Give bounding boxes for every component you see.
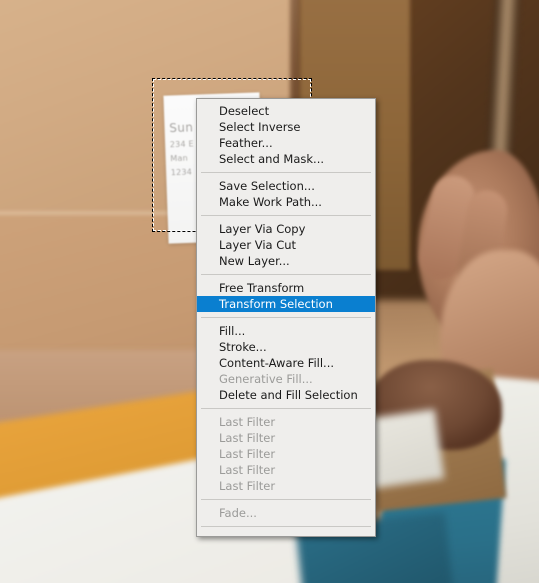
menu-item-last-filter: Last Filter <box>219 463 276 477</box>
menu-separator <box>201 274 371 275</box>
menu-item-free-transform[interactable]: Free Transform <box>197 280 375 296</box>
menu-item-stroke[interactable]: Stroke... <box>197 339 375 355</box>
menu-separator <box>201 172 371 173</box>
menu-item-last-filter: Last Filter <box>219 415 276 429</box>
menu-item-generative-fill: Generative Fill... <box>219 372 313 386</box>
menu-item-make-work-path[interactable]: Make Work Path... <box>197 194 375 210</box>
menu-item-select-and-mask[interactable]: Select and Mask... <box>197 151 375 167</box>
menu-separator <box>201 215 371 216</box>
menu-item-layer-via-cut[interactable]: Layer Via Cut <box>197 237 375 253</box>
menu-item-last-filter: Last Filter <box>219 447 276 461</box>
menu-item-fade: Fade... <box>219 506 257 520</box>
menu-item-feather[interactable]: Feather... <box>197 135 375 151</box>
menu-item-last-filter: Last Filter <box>219 479 276 493</box>
menu-item-deselect[interactable]: Deselect <box>197 103 375 119</box>
menu-item-content-aware-fill[interactable]: Content-Aware Fill... <box>197 355 375 371</box>
menu-item-new-layer[interactable]: New Layer... <box>197 253 375 269</box>
menu-item-select-inverse[interactable]: Select Inverse <box>197 119 375 135</box>
screen: Sun 234 E Man 1234 Deselect Select Invers… <box>0 0 539 583</box>
menu-item-fill[interactable]: Fill... <box>197 323 375 339</box>
menu-separator <box>201 526 371 527</box>
menu-item-save-selection[interactable]: Save Selection... <box>197 178 375 194</box>
menu-item-layer-via-copy[interactable]: Layer Via Copy <box>197 221 375 237</box>
menu-separator <box>201 499 371 500</box>
menu-item-transform-selection[interactable]: Transform Selection <box>197 296 375 312</box>
menu-item-delete-and-fill-selection[interactable]: Delete and Fill Selection <box>197 387 375 403</box>
menu-separator <box>201 317 371 318</box>
context-menu[interactable]: Deselect Select Inverse Feather... Select a… <box>196 98 376 537</box>
menu-separator <box>201 408 371 409</box>
menu-item-last-filter: Last Filter <box>219 431 276 445</box>
